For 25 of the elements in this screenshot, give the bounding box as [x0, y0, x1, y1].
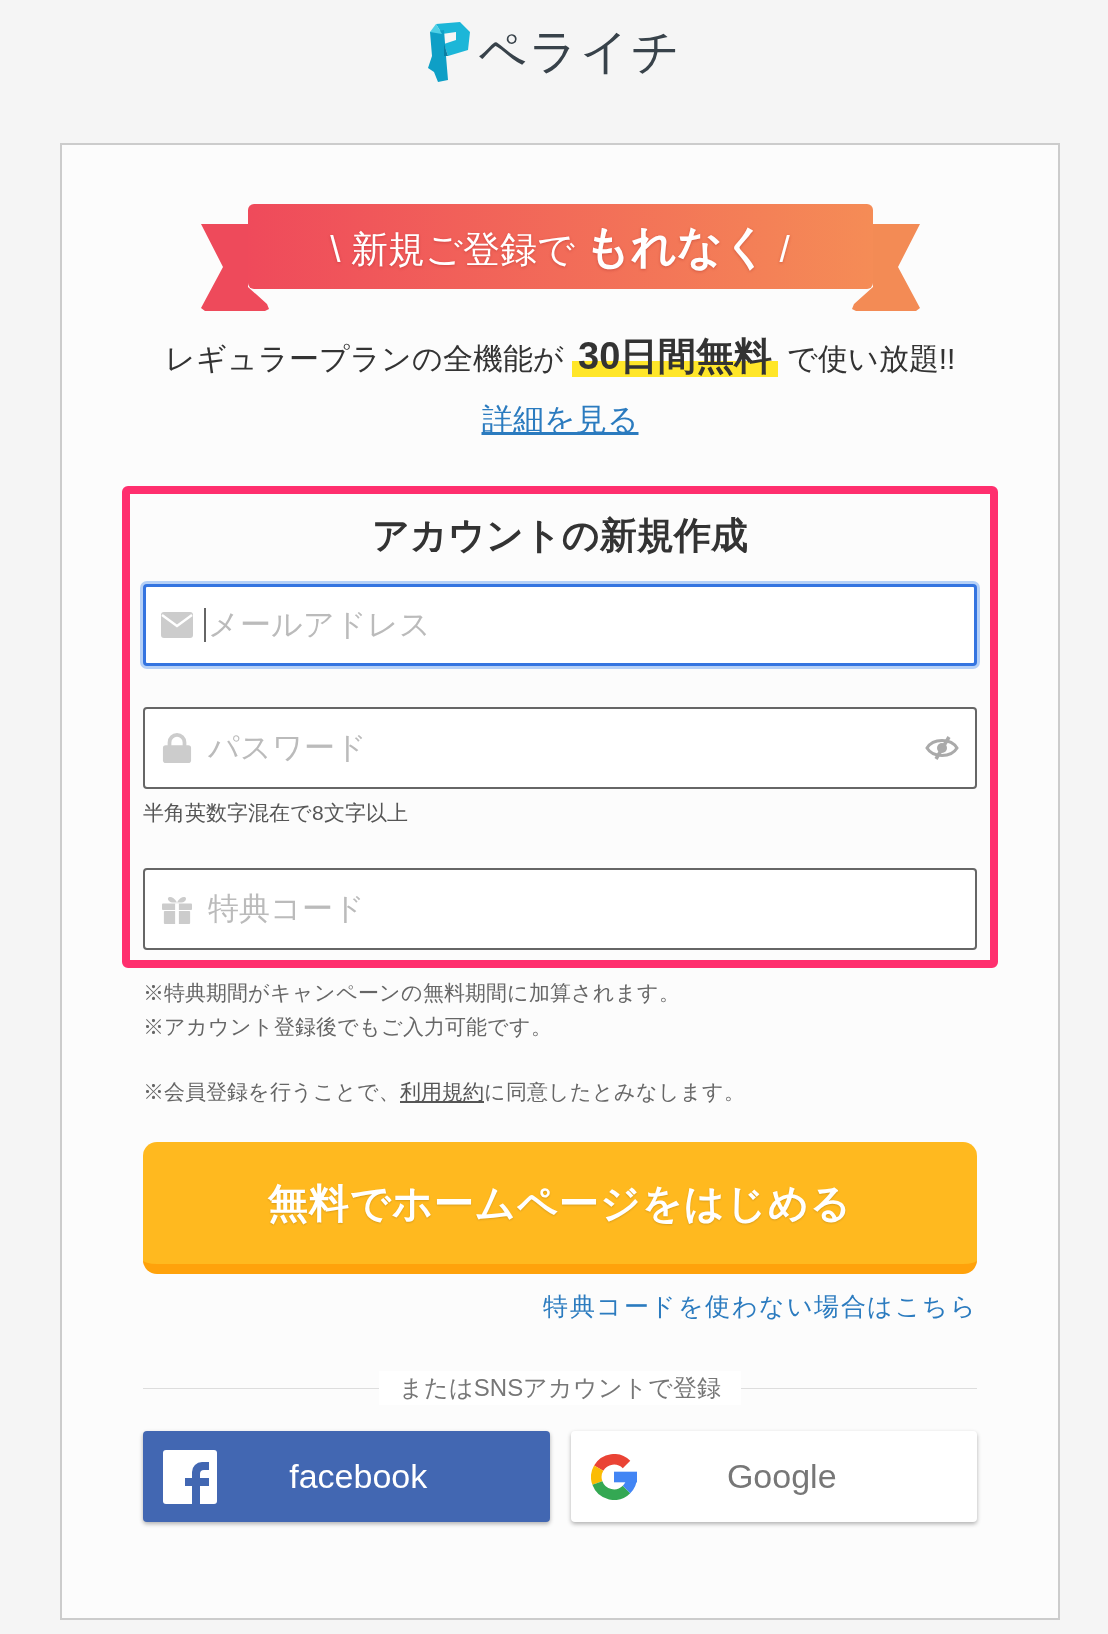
- gift-icon: [161, 894, 193, 924]
- google-button[interactable]: Google: [570, 1431, 977, 1522]
- padlock-icon: [161, 733, 193, 763]
- terms-text: ※会員登録を行うことで、利用規約に同意したとみなします。: [143, 1079, 746, 1105]
- field-hint: 半角英数字混在で8文字以上: [143, 800, 409, 826]
- ribbon-banner: \ 新規ご登録で もれなく /: [247, 204, 873, 289]
- logo-icon: [426, 22, 470, 82]
- eye-slash-icon[interactable]: [925, 736, 959, 760]
- ribbon-tail-icon: [200, 224, 269, 311]
- coupon-code-field[interactable]: 特典コード: [143, 868, 977, 950]
- facebook-button[interactable]: facebook: [143, 1431, 550, 1522]
- logo-wordmark: ペライチ: [478, 24, 682, 80]
- ribbon-tail-icon: [851, 224, 920, 311]
- email-field[interactable]: メールアドレス: [143, 584, 977, 666]
- facebook-icon: [163, 1449, 217, 1504]
- envelope-icon: [161, 610, 193, 640]
- details-link[interactable]: 詳細を見る: [481, 402, 639, 437]
- note-text: ※特典期間がキャンペーンの無料期間に加算されます。: [143, 980, 681, 1006]
- password-field[interactable]: パスワード: [143, 707, 977, 789]
- note-text: ※アカウント登録後でもご入力可能です。: [143, 1014, 553, 1040]
- form-title: アカウントの新規作成: [371, 514, 749, 558]
- terms-link[interactable]: 利用規約: [400, 1080, 484, 1103]
- text-cursor-icon: [204, 608, 206, 642]
- google-icon: [590, 1453, 637, 1500]
- no-coupon-link[interactable]: 特典コードを使わない場合はこちら: [543, 1292, 977, 1320]
